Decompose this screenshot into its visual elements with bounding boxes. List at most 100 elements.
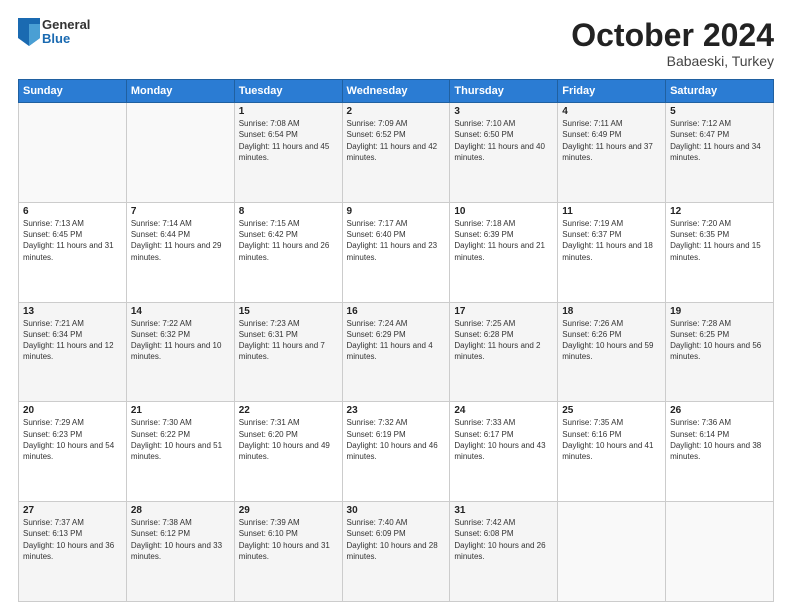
day-number: 2: [347, 106, 446, 117]
weekday-header-thursday: Thursday: [450, 80, 558, 103]
calendar-cell: 25Sunrise: 7:35 AM Sunset: 6:16 PM Dayli…: [558, 402, 666, 502]
day-info: Sunrise: 7:19 AM Sunset: 6:37 PM Dayligh…: [562, 218, 661, 263]
logo-blue: Blue: [42, 32, 90, 46]
day-number: 16: [347, 306, 446, 317]
day-number: 31: [454, 505, 553, 516]
week-row-3: 13Sunrise: 7:21 AM Sunset: 6:34 PM Dayli…: [19, 302, 774, 402]
day-number: 12: [670, 206, 769, 217]
weekday-header-row: SundayMondayTuesdayWednesdayThursdayFrid…: [19, 80, 774, 103]
calendar-cell: 17Sunrise: 7:25 AM Sunset: 6:28 PM Dayli…: [450, 302, 558, 402]
calendar-cell: [19, 103, 127, 203]
calendar-cell: 7Sunrise: 7:14 AM Sunset: 6:44 PM Daylig…: [126, 202, 234, 302]
day-info: Sunrise: 7:35 AM Sunset: 6:16 PM Dayligh…: [562, 417, 661, 462]
day-info: Sunrise: 7:21 AM Sunset: 6:34 PM Dayligh…: [23, 318, 122, 363]
day-info: Sunrise: 7:14 AM Sunset: 6:44 PM Dayligh…: [131, 218, 230, 263]
title-block: October 2024 Babaeski, Turkey: [571, 18, 774, 69]
title-location: Babaeski, Turkey: [571, 53, 774, 69]
day-number: 17: [454, 306, 553, 317]
day-number: 18: [562, 306, 661, 317]
day-number: 11: [562, 206, 661, 217]
day-number: 15: [239, 306, 338, 317]
calendar-cell: 10Sunrise: 7:18 AM Sunset: 6:39 PM Dayli…: [450, 202, 558, 302]
header: General Blue October 2024 Babaeski, Turk…: [18, 18, 774, 69]
calendar-cell: 2Sunrise: 7:09 AM Sunset: 6:52 PM Daylig…: [342, 103, 450, 203]
day-info: Sunrise: 7:33 AM Sunset: 6:17 PM Dayligh…: [454, 417, 553, 462]
weekday-header-friday: Friday: [558, 80, 666, 103]
calendar-cell: 15Sunrise: 7:23 AM Sunset: 6:31 PM Dayli…: [234, 302, 342, 402]
day-info: Sunrise: 7:40 AM Sunset: 6:09 PM Dayligh…: [347, 517, 446, 562]
day-number: 30: [347, 505, 446, 516]
day-number: 19: [670, 306, 769, 317]
logo: General Blue: [18, 18, 90, 47]
week-row-2: 6Sunrise: 7:13 AM Sunset: 6:45 PM Daylig…: [19, 202, 774, 302]
calendar-cell: 3Sunrise: 7:10 AM Sunset: 6:50 PM Daylig…: [450, 103, 558, 203]
day-number: 23: [347, 405, 446, 416]
calendar-cell: 21Sunrise: 7:30 AM Sunset: 6:22 PM Dayli…: [126, 402, 234, 502]
calendar-cell: 29Sunrise: 7:39 AM Sunset: 6:10 PM Dayli…: [234, 502, 342, 602]
day-info: Sunrise: 7:13 AM Sunset: 6:45 PM Dayligh…: [23, 218, 122, 263]
logo-icon: [18, 18, 40, 46]
day-info: Sunrise: 7:18 AM Sunset: 6:39 PM Dayligh…: [454, 218, 553, 263]
calendar-cell: 4Sunrise: 7:11 AM Sunset: 6:49 PM Daylig…: [558, 103, 666, 203]
calendar-cell: 1Sunrise: 7:08 AM Sunset: 6:54 PM Daylig…: [234, 103, 342, 203]
day-info: Sunrise: 7:29 AM Sunset: 6:23 PM Dayligh…: [23, 417, 122, 462]
day-info: Sunrise: 7:10 AM Sunset: 6:50 PM Dayligh…: [454, 118, 553, 163]
day-number: 13: [23, 306, 122, 317]
day-number: 4: [562, 106, 661, 117]
day-info: Sunrise: 7:23 AM Sunset: 6:31 PM Dayligh…: [239, 318, 338, 363]
calendar-cell: 18Sunrise: 7:26 AM Sunset: 6:26 PM Dayli…: [558, 302, 666, 402]
calendar-cell: 28Sunrise: 7:38 AM Sunset: 6:12 PM Dayli…: [126, 502, 234, 602]
day-number: 3: [454, 106, 553, 117]
weekday-header-monday: Monday: [126, 80, 234, 103]
week-row-1: 1Sunrise: 7:08 AM Sunset: 6:54 PM Daylig…: [19, 103, 774, 203]
calendar-cell: 20Sunrise: 7:29 AM Sunset: 6:23 PM Dayli…: [19, 402, 127, 502]
calendar-cell: [558, 502, 666, 602]
day-info: Sunrise: 7:31 AM Sunset: 6:20 PM Dayligh…: [239, 417, 338, 462]
calendar-cell: 26Sunrise: 7:36 AM Sunset: 6:14 PM Dayli…: [666, 402, 774, 502]
week-row-4: 20Sunrise: 7:29 AM Sunset: 6:23 PM Dayli…: [19, 402, 774, 502]
day-number: 5: [670, 106, 769, 117]
day-info: Sunrise: 7:42 AM Sunset: 6:08 PM Dayligh…: [454, 517, 553, 562]
day-info: Sunrise: 7:25 AM Sunset: 6:28 PM Dayligh…: [454, 318, 553, 363]
calendar-table: SundayMondayTuesdayWednesdayThursdayFrid…: [18, 79, 774, 602]
day-info: Sunrise: 7:09 AM Sunset: 6:52 PM Dayligh…: [347, 118, 446, 163]
day-number: 24: [454, 405, 553, 416]
day-info: Sunrise: 7:20 AM Sunset: 6:35 PM Dayligh…: [670, 218, 769, 263]
page: General Blue October 2024 Babaeski, Turk…: [0, 0, 792, 612]
calendar-cell: 11Sunrise: 7:19 AM Sunset: 6:37 PM Dayli…: [558, 202, 666, 302]
calendar-cell: 5Sunrise: 7:12 AM Sunset: 6:47 PM Daylig…: [666, 103, 774, 203]
day-info: Sunrise: 7:24 AM Sunset: 6:29 PM Dayligh…: [347, 318, 446, 363]
calendar-cell: 22Sunrise: 7:31 AM Sunset: 6:20 PM Dayli…: [234, 402, 342, 502]
calendar-cell: 9Sunrise: 7:17 AM Sunset: 6:40 PM Daylig…: [342, 202, 450, 302]
day-info: Sunrise: 7:17 AM Sunset: 6:40 PM Dayligh…: [347, 218, 446, 263]
day-info: Sunrise: 7:38 AM Sunset: 6:12 PM Dayligh…: [131, 517, 230, 562]
day-info: Sunrise: 7:30 AM Sunset: 6:22 PM Dayligh…: [131, 417, 230, 462]
logo-general: General: [42, 18, 90, 32]
calendar-cell: 31Sunrise: 7:42 AM Sunset: 6:08 PM Dayli…: [450, 502, 558, 602]
day-info: Sunrise: 7:22 AM Sunset: 6:32 PM Dayligh…: [131, 318, 230, 363]
day-number: 10: [454, 206, 553, 217]
day-number: 21: [131, 405, 230, 416]
week-row-5: 27Sunrise: 7:37 AM Sunset: 6:13 PM Dayli…: [19, 502, 774, 602]
calendar-cell: 30Sunrise: 7:40 AM Sunset: 6:09 PM Dayli…: [342, 502, 450, 602]
day-number: 9: [347, 206, 446, 217]
day-number: 6: [23, 206, 122, 217]
day-number: 26: [670, 405, 769, 416]
day-number: 22: [239, 405, 338, 416]
day-info: Sunrise: 7:12 AM Sunset: 6:47 PM Dayligh…: [670, 118, 769, 163]
day-info: Sunrise: 7:36 AM Sunset: 6:14 PM Dayligh…: [670, 417, 769, 462]
day-info: Sunrise: 7:28 AM Sunset: 6:25 PM Dayligh…: [670, 318, 769, 363]
day-number: 14: [131, 306, 230, 317]
weekday-header-wednesday: Wednesday: [342, 80, 450, 103]
calendar-cell: 24Sunrise: 7:33 AM Sunset: 6:17 PM Dayli…: [450, 402, 558, 502]
day-info: Sunrise: 7:37 AM Sunset: 6:13 PM Dayligh…: [23, 517, 122, 562]
day-number: 28: [131, 505, 230, 516]
weekday-header-sunday: Sunday: [19, 80, 127, 103]
calendar-cell: 14Sunrise: 7:22 AM Sunset: 6:32 PM Dayli…: [126, 302, 234, 402]
calendar-cell: 13Sunrise: 7:21 AM Sunset: 6:34 PM Dayli…: [19, 302, 127, 402]
calendar-cell: 6Sunrise: 7:13 AM Sunset: 6:45 PM Daylig…: [19, 202, 127, 302]
day-number: 7: [131, 206, 230, 217]
day-info: Sunrise: 7:08 AM Sunset: 6:54 PM Dayligh…: [239, 118, 338, 163]
calendar-cell: 19Sunrise: 7:28 AM Sunset: 6:25 PM Dayli…: [666, 302, 774, 402]
day-info: Sunrise: 7:15 AM Sunset: 6:42 PM Dayligh…: [239, 218, 338, 263]
